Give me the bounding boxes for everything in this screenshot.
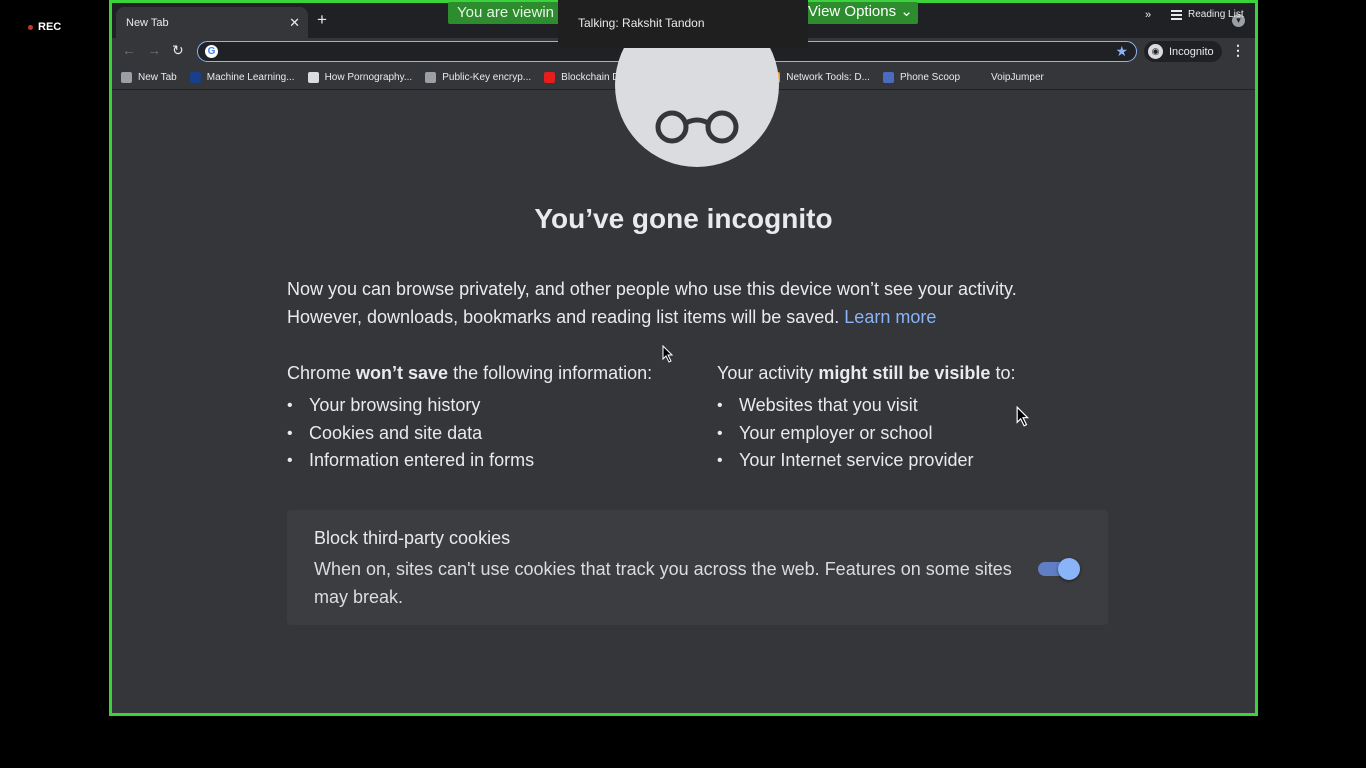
glasses-icon: [655, 110, 739, 144]
mouse-cursor-icon: [1016, 406, 1030, 427]
bookmark-item[interactable]: Network Tools: D...: [769, 71, 870, 83]
recording-indicator: REC: [28, 21, 61, 33]
wont-save-section: Chrome won’t save the following informat…: [287, 363, 707, 475]
bookmarks-overflow-icon[interactable]: »: [1145, 9, 1151, 21]
bookmark-item[interactable]: Public-Key encryp...: [425, 71, 532, 83]
list-item: Your employer or school: [717, 420, 1137, 448]
list-item: Your browsing history: [287, 392, 707, 420]
viewing-text: You are viewin: [457, 4, 555, 21]
bookmark-label: Public-Key encryp...: [442, 71, 532, 83]
forward-arrow-icon[interactable]: →: [147, 42, 161, 58]
bookmark-label: Phone Scoop: [899, 71, 961, 83]
bookmark-item[interactable]: Machine Learning...: [189, 71, 295, 83]
bookmark-label: Machine Learning...: [206, 71, 295, 83]
site-icon: [307, 71, 319, 83]
list-item: Your Internet service provider: [717, 447, 1137, 475]
phone-icon: [882, 71, 894, 83]
reload-icon[interactable]: ↻: [172, 42, 184, 59]
tab-title: New Tab: [126, 16, 169, 29]
intro-paragraph: Now you can browse privately, and other …: [287, 275, 1087, 331]
bookmark-label: VoipJumper: [991, 71, 1044, 83]
back-arrow-icon[interactable]: ←: [122, 42, 136, 58]
reading-list-icon: [1171, 9, 1182, 20]
tab-new-tab[interactable]: New Tab ✕: [116, 7, 308, 38]
mouse-cursor-icon: [662, 345, 674, 363]
menu-dots-icon[interactable]: ⋮: [1231, 42, 1245, 59]
bookmark-item[interactable]: New Tab: [121, 71, 177, 83]
cookie-title: Block third-party cookies: [314, 528, 511, 548]
block-cookies-toggle[interactable]: [1038, 556, 1080, 580]
third-party-cookies-card: Block third-party cookies When on, sites…: [287, 510, 1108, 625]
list-item: Cookies and site data: [287, 420, 707, 448]
reading-list-label: Reading List: [1188, 9, 1244, 20]
bookmark-item[interactable]: How Pornography...: [307, 71, 413, 83]
globe-icon: [425, 71, 437, 83]
toggle-knob: [1058, 558, 1080, 580]
talking-indicator: Talking: Rakshit Tandon: [558, 0, 808, 48]
bookmark-label: How Pornography...: [324, 71, 413, 83]
cookie-description: When on, sites can't use cookies that tr…: [314, 559, 1012, 607]
list-item: Information entered in forms: [287, 447, 707, 475]
shared-screen-frame: New Tab ✕ + ▾ ← → ↻ G ★ ◉ Incognito ⋮ Ne…: [109, 0, 1258, 716]
still-visible-list: Websites that you visitYour employer or …: [717, 392, 1137, 475]
still-visible-heading: Your activity might still be visible to:: [717, 363, 1016, 383]
reading-list-button[interactable]: Reading List: [1171, 9, 1244, 20]
star-bookmark-icon[interactable]: ★: [1115, 43, 1128, 60]
incognito-icon: ◉: [1148, 44, 1163, 59]
wont-save-heading: Chrome won’t save the following informat…: [287, 363, 653, 383]
bookmark-item[interactable]: VoipJumper: [991, 72, 1044, 83]
page-title: You’ve gone incognito: [534, 203, 833, 234]
google-icon: G: [205, 45, 218, 58]
adobe-icon: [544, 71, 556, 83]
bookmark-item[interactable]: Phone Scoop: [882, 71, 961, 83]
incognito-profile-button[interactable]: ◉ Incognito: [1144, 41, 1222, 62]
b-icon: [189, 71, 201, 83]
record-dot-icon: [28, 24, 33, 30]
close-icon[interactable]: ✕: [289, 15, 300, 31]
globe-icon: [121, 71, 132, 83]
new-tab-button[interactable]: +: [317, 10, 327, 30]
still-visible-section: Your activity might still be visible to:…: [717, 363, 1137, 475]
list-item: Websites that you visit: [717, 392, 1137, 420]
bookmark-label: New Tab: [138, 71, 177, 83]
bookmark-label: Network Tools: D...: [786, 71, 870, 83]
incognito-page: You’ve gone incognito Now you can browse…: [112, 3, 1255, 713]
wont-save-list: Your browsing historyCookies and site da…: [287, 392, 707, 475]
profile-label: Incognito: [1169, 45, 1214, 58]
learn-more-link[interactable]: Learn more: [844, 307, 936, 327]
view-options-button[interactable]: View Options ⌄: [808, 2, 913, 20]
recording-label: REC: [38, 21, 62, 33]
